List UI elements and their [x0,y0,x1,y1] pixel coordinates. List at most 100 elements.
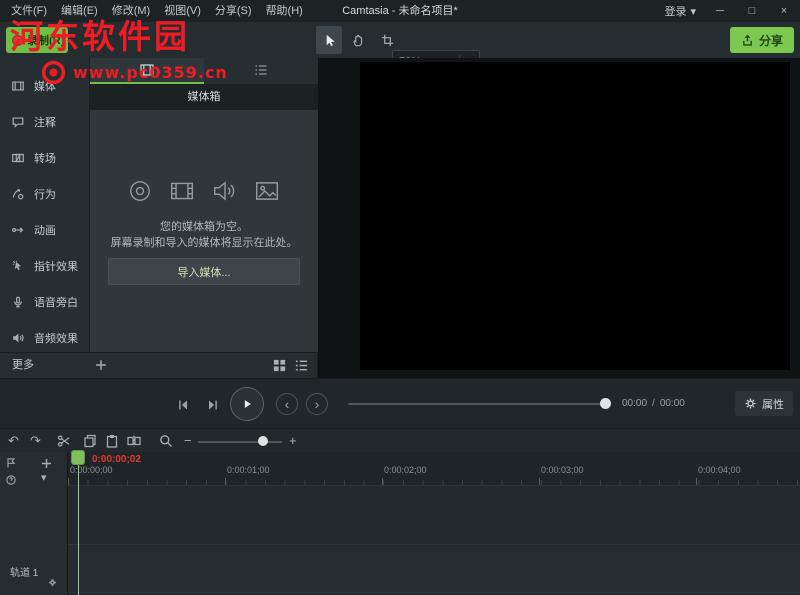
scissors-icon[interactable] [56,433,72,449]
menu-help[interactable]: 帮助(H) [259,0,310,22]
timeline: ▾ 轨道 1 0:00:00;00 0:00:01;00 0:00:02;00 … [0,452,800,595]
ruler-tick-label: 0:00:00;00 [70,465,113,475]
step-forward-icon: › [315,397,320,411]
timeline-zoom-slider-handle[interactable] [258,436,268,446]
record-circle-icon [127,178,153,204]
ruler-tick-mark [382,478,383,485]
ruler-tick-mark [696,478,697,485]
more-button[interactable]: 更多 [12,353,34,378]
timeline-ruler[interactable]: 0:00:00;00 0:00:01;00 0:00:02;00 0:00:03… [68,452,800,486]
speaker-icon [211,178,238,204]
empty-state-title: 您的媒体箱为空。 [90,218,318,234]
next-frame-button[interactable] [202,394,224,416]
watermark-site-url: www.pc0359.cn [73,63,228,82]
playhead-line[interactable] [78,465,79,595]
marker-icon[interactable] [5,457,17,469]
split-icon[interactable] [126,433,142,449]
sidebar-item-label: 注释 [34,114,56,130]
crop-icon [380,33,395,48]
playhead-handle[interactable] [71,450,85,465]
share-icon [741,34,754,47]
film-icon [168,178,196,204]
zoom-out-icon[interactable]: − [184,432,192,450]
sidebar-item-label: 转场 [34,150,56,166]
quiz-icon[interactable] [5,474,17,486]
maximize-button[interactable]: □ [736,0,768,22]
microphone-icon [11,295,25,309]
previous-frame-button[interactable] [172,394,194,416]
ruler-tick-mark [539,478,540,485]
seek-slider-track[interactable] [348,403,610,405]
redo-icon[interactable]: ↷ [30,432,41,450]
hand-icon [351,33,366,48]
share-button[interactable]: 分享 [730,27,794,53]
magnifier-icon[interactable] [158,433,174,449]
gear-icon [744,397,757,410]
speaker-icon [11,331,25,345]
list-view-icon[interactable] [294,358,309,373]
login-menu[interactable]: 登录 ▾ [664,0,696,22]
close-button[interactable]: × [768,0,800,22]
sidebar-item-audio-effects[interactable]: 音频效果 [0,320,89,356]
grid-view-icon[interactable] [272,358,287,373]
ruler-minor-ticks [68,480,800,485]
play-icon [240,397,254,411]
track1-row[interactable] [68,544,800,593]
sidebar-item-annotations[interactable]: 注释 [0,104,89,140]
chevron-down-icon[interactable]: ▾ [41,471,47,484]
cursor-arrow-icon [322,33,337,48]
pan-tool-button[interactable] [345,26,371,54]
ruler-tick-label: 0:00:04;00 [698,465,741,475]
timeline-toolbar: ↶ ↷ − + [0,428,800,453]
sidebar-item-behaviors[interactable]: 行为 [0,176,89,212]
step-back-icon: ‹ [285,397,290,411]
next-frame-icon [205,397,221,413]
track-header-column: ▾ 轨道 1 [0,452,68,595]
ruler-tick-mark [225,478,226,485]
import-media-button[interactable]: 导入媒体... [108,258,300,285]
time-current: 00:00 [622,398,647,409]
add-track-icon[interactable] [40,457,53,470]
play-button[interactable] [230,387,264,421]
paste-icon[interactable] [104,433,120,449]
preview-canvas[interactable] [360,62,790,370]
add-plus-icon[interactable] [94,358,108,372]
sidebar-item-label: 动画 [34,222,56,238]
timeline-tracks-area[interactable] [68,486,800,595]
sidebar-item-voice-narration[interactable]: 语音旁白 [0,284,89,320]
minimize-button[interactable]: ─ [704,0,736,22]
previous-frame-icon [175,397,191,413]
properties-button[interactable]: 属性 [735,391,793,416]
track-gear-icon[interactable] [48,578,57,587]
sidebar-item-label: 指针效果 [34,258,78,274]
animation-icon [11,223,25,237]
cursor-effects-icon [11,259,25,273]
empty-state-icons [90,178,318,204]
empty-state-subtitle: 屏幕录制和导入的媒体将显示在此处。 [90,234,318,250]
window-title: Camtasia - 未命名项目* [342,0,458,22]
sidebar-item-cursor-effects[interactable]: 指针效果 [0,248,89,284]
chevron-down-icon: ▾ [690,5,696,18]
step-forward-button[interactable]: › [306,393,328,415]
sidebar-item-animations[interactable]: 动画 [0,212,89,248]
preview-panel [318,58,800,378]
ruler-tick-label: 0:00:02;00 [384,465,427,475]
sidebar-item-label: 音频效果 [34,330,78,346]
sidebar: 媒体 注释 转场 行为 动画 [0,58,90,352]
sidebar-item-label: 语音旁白 [34,294,78,310]
canvas-tools [316,26,400,54]
sidebar-item-transitions[interactable]: 转场 [0,140,89,176]
timeline-zoom-slider-track[interactable] [198,441,282,443]
share-label: 分享 [759,32,783,49]
undo-icon[interactable]: ↶ [8,432,19,450]
properties-label: 属性 [762,396,784,412]
step-back-button[interactable]: ‹ [276,393,298,415]
library-tab-icon [253,62,269,78]
zoom-in-icon[interactable]: + [289,432,297,450]
seek-slider-handle[interactable] [600,398,611,409]
behavior-icon [11,187,25,201]
ruler-tick-label: 0:00:03;00 [541,465,584,475]
media-bin-header: 媒体箱 [90,84,318,110]
select-tool-button[interactable] [316,26,342,54]
copy-icon[interactable] [82,433,98,449]
